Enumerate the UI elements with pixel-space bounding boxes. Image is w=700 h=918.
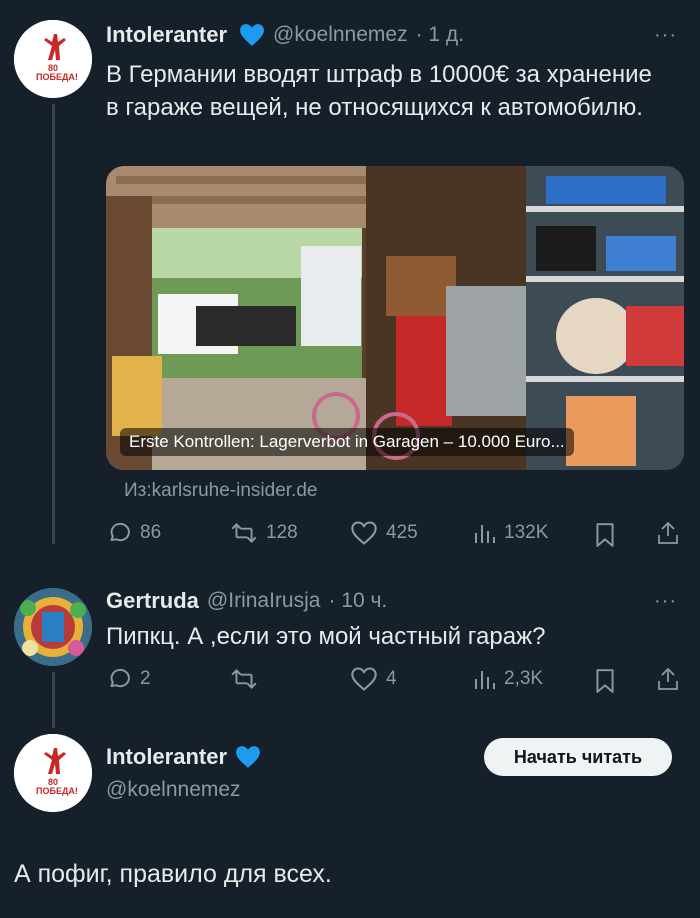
author-name[interactable]: Intoleranter	[106, 744, 227, 770]
share-button[interactable]	[656, 520, 680, 551]
author-handle[interactable]: @koelnnemez	[273, 23, 408, 47]
motherland-emblem-icon	[14, 20, 92, 98]
tweet-time[interactable]: · 10 ч.	[328, 589, 387, 613]
link-card[interactable]: Erste Kontrollen: Lagerverbot in Garagen…	[106, 166, 684, 470]
retweet-icon	[231, 669, 257, 689]
avatar-intoleranter[interactable]: 80 ПОБЕДА!	[14, 734, 92, 812]
more-options-icon[interactable]: ···	[654, 590, 677, 613]
avatar-badge: 80 ПОБЕДА!	[36, 63, 78, 82]
views-chart-icon	[475, 525, 495, 543]
reply-count: 2	[140, 668, 151, 689]
bookmark-icon	[596, 669, 614, 693]
card-caption: Erste Kontrollen: Lagerverbot in Garagen…	[120, 428, 574, 456]
author-handle[interactable]: @koelnnemez	[106, 778, 241, 802]
garage-photo	[106, 166, 684, 470]
blue-heart-icon	[240, 24, 264, 46]
thread-line	[52, 104, 55, 544]
stained-glass-avatar-icon	[14, 588, 92, 666]
bookmark-button[interactable]	[594, 668, 616, 699]
tweet-header: Intoleranter	[106, 744, 261, 770]
reply-icon	[110, 522, 130, 542]
follow-button[interactable]: Начать читать	[484, 738, 672, 776]
share-icon	[658, 521, 678, 544]
blue-heart-icon	[236, 746, 260, 768]
author-name[interactable]: Intoleranter	[106, 22, 227, 48]
tweet-header: Intoleranter @koelnnemez · 1 д.	[106, 22, 464, 48]
reply-button[interactable]: 2	[106, 666, 151, 692]
views-button[interactable]: 2,3K	[472, 666, 543, 692]
card-source[interactable]: Из:karlsruhe-insider.de	[124, 480, 317, 502]
author-name[interactable]: Gertruda	[106, 588, 199, 614]
share-button[interactable]	[656, 666, 680, 697]
tweet-text: Пипкц. А ,если это мой частный гараж?	[106, 623, 546, 650]
avatar-badge: 80 ПОБЕДА!	[36, 777, 78, 796]
heart-icon	[351, 521, 377, 545]
tweet-text: А пофиг, правило для всех.	[14, 860, 332, 888]
like-button[interactable]: 425	[350, 520, 418, 546]
tweet-time[interactable]: · 1 д.	[416, 23, 464, 47]
tweet-header: Gertruda @IrinaIrusja · 10 ч.	[106, 588, 387, 614]
retweet-count: 128	[266, 522, 298, 543]
more-options-icon[interactable]: ···	[654, 24, 677, 47]
like-button[interactable]: 4	[350, 666, 397, 692]
reply-count: 86	[140, 522, 162, 543]
heart-icon	[351, 667, 377, 691]
bookmark-button[interactable]	[594, 522, 616, 553]
reply-button[interactable]: 86	[106, 520, 161, 546]
motherland-emblem-icon	[14, 734, 92, 812]
retweet-button[interactable]: 128	[230, 520, 298, 546]
bookmark-icon	[596, 523, 614, 547]
reply-icon	[110, 668, 130, 688]
retweet-button[interactable]	[230, 666, 266, 692]
avatar-gertruda[interactable]	[14, 588, 92, 666]
author-handle[interactable]: @IrinaIrusja	[207, 589, 321, 613]
like-count: 425	[386, 522, 418, 543]
share-icon	[658, 667, 678, 690]
tweet-text: В Германии вводят штраф в 10000€ за хран…	[106, 61, 652, 121]
views-count: 132K	[504, 522, 549, 543]
views-button[interactable]: 132K	[472, 520, 548, 546]
like-count: 4	[386, 668, 397, 689]
retweet-icon	[231, 523, 257, 543]
thread-line	[52, 672, 55, 728]
views-chart-icon	[475, 671, 495, 689]
avatar-intoleranter[interactable]: 80 ПОБЕДА!	[14, 20, 92, 98]
views-count: 2,3K	[504, 668, 544, 689]
